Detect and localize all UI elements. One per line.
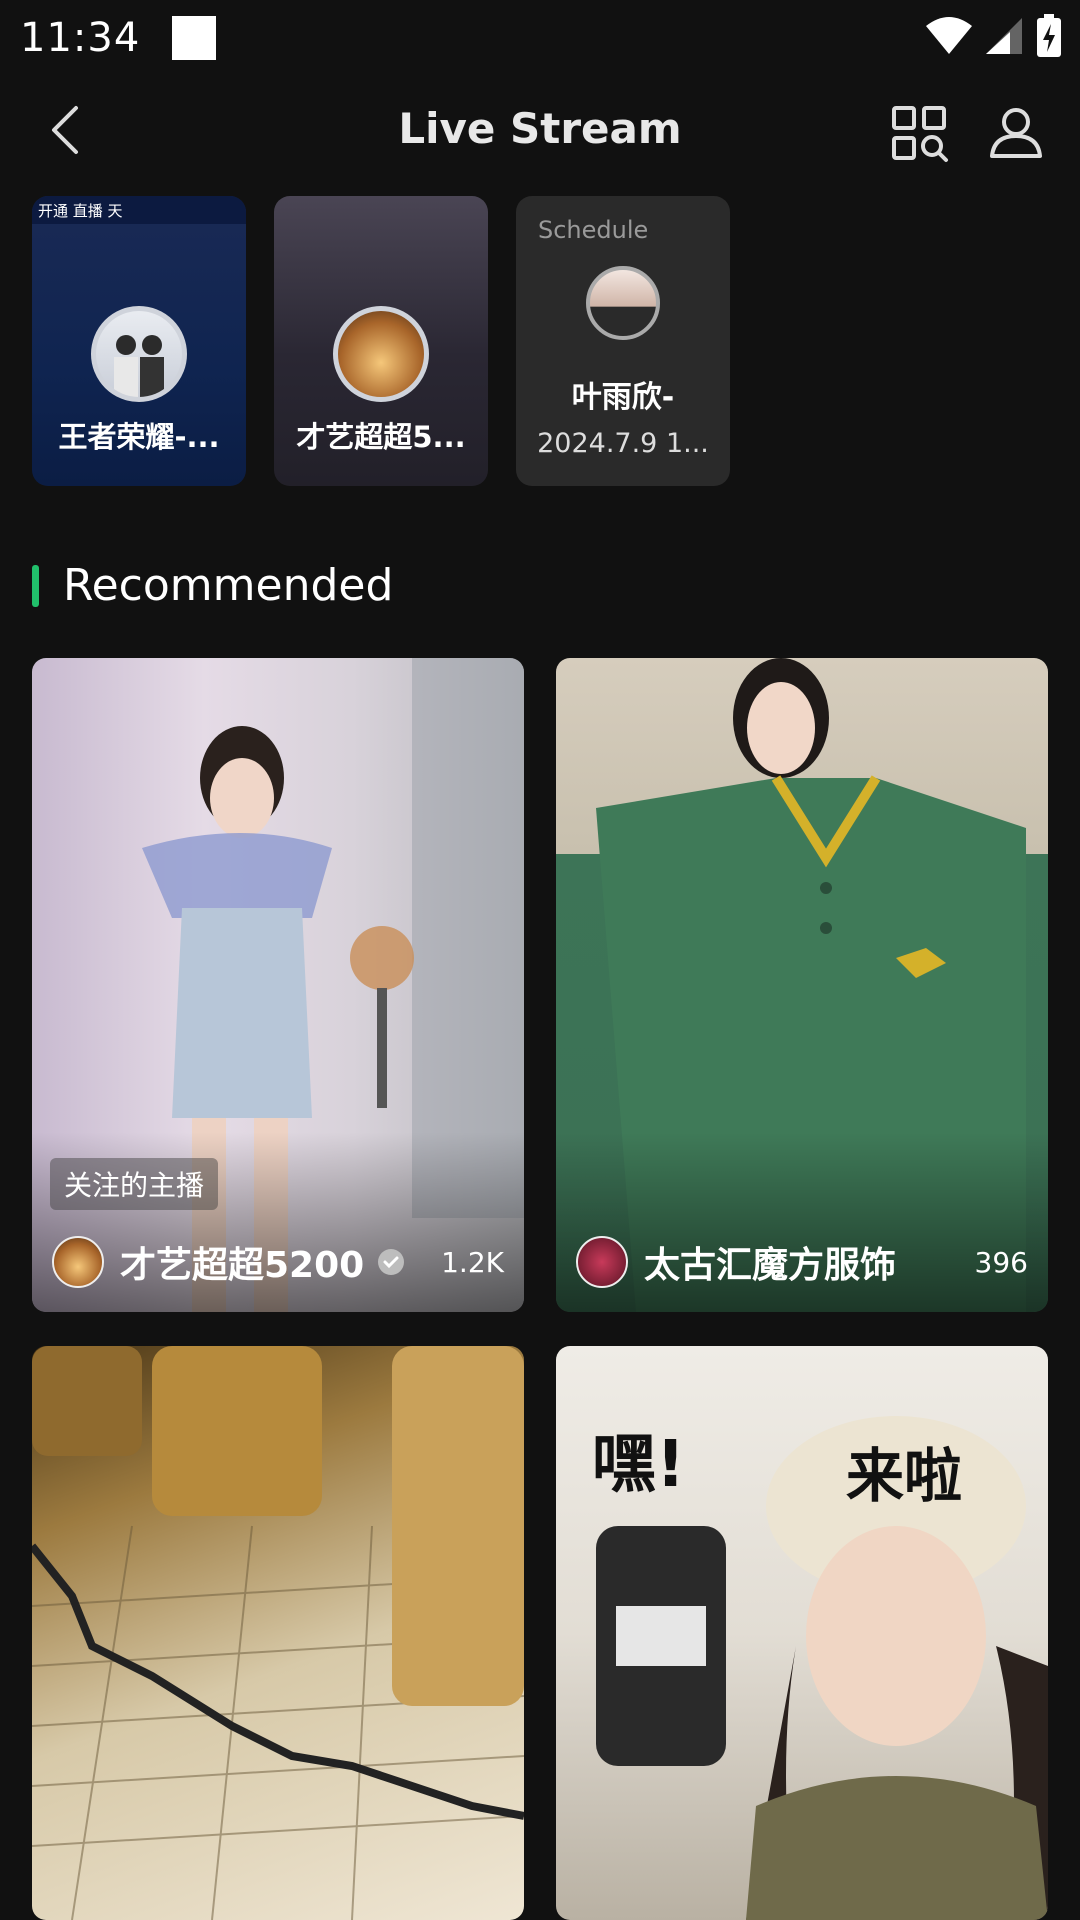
followed-tag: 关注的主播 <box>50 1158 219 1210</box>
status-time: 11:34 <box>20 15 141 61</box>
story-name: 王者荣耀-... <box>58 420 220 454</box>
wifi-icon <box>926 17 972 54</box>
notification-icon <box>172 16 217 60</box>
avatar <box>52 1236 104 1288</box>
live-card[interactable]: 关注的主播 才艺超超5200 1.2K <box>32 658 524 1312</box>
profile-icon[interactable] <box>988 104 1044 160</box>
story-name: 才艺超超5... <box>296 420 466 454</box>
viewer-count: 396 <box>974 1245 1028 1279</box>
avatar <box>576 1236 628 1288</box>
battery-icon <box>1037 14 1061 57</box>
top-navigation: Live Stream <box>0 90 1080 170</box>
avatar <box>333 306 429 402</box>
viewer-count: 1.2K <box>441 1245 504 1279</box>
story-banner: 开通 直播 天 <box>32 196 246 224</box>
streamer-name: 才艺超超5200 <box>120 1245 365 1286</box>
section-header: Recommended <box>32 560 393 611</box>
live-card[interactable]: 嘿! 来啦 <box>556 1346 1048 1920</box>
status-icons <box>926 14 1062 58</box>
streamer-image: 嘿! 来啦 <box>592 1416 1048 1920</box>
avatar <box>91 306 187 402</box>
card-footer: 才艺超超5200 1.2K <box>52 1236 504 1288</box>
live-stories-row: 开通 直播 天 王者荣耀-... 才艺超超5... Schedule 叶雨欣- … <box>32 196 730 486</box>
section-title: Recommended <box>63 560 394 611</box>
story-card[interactable]: 才艺超超5... <box>274 196 488 486</box>
decor-text: 来啦 <box>846 1442 962 1510</box>
decor-text: 嘿! <box>592 1428 685 1502</box>
section-accent-bar <box>32 564 39 607</box>
avatar-figure <box>114 335 164 397</box>
live-card[interactable] <box>32 1346 524 1920</box>
schedule-label: Schedule <box>538 216 649 244</box>
status-bar: 11:34 <box>0 0 1080 76</box>
streamer-name: 太古汇魔方服饰 <box>644 1245 897 1286</box>
story-card[interactable]: 开通 直播 天 王者荣耀-... <box>32 196 246 486</box>
schedule-card[interactable]: Schedule 叶雨欣- 2024.7.9 1... <box>516 196 730 486</box>
card-footer: 太古汇魔方服饰 396 <box>576 1236 1028 1288</box>
coins-image <box>32 1346 524 1920</box>
signal-icon <box>986 18 1022 54</box>
verified-icon <box>378 1249 405 1275</box>
schedule-name: 叶雨欣- <box>571 380 675 415</box>
avatar <box>586 266 660 340</box>
schedule-date: 2024.7.9 1... <box>537 428 709 459</box>
live-card[interactable]: 太古汇魔方服饰 396 <box>556 658 1048 1312</box>
scan-search-icon[interactable] <box>890 104 950 164</box>
